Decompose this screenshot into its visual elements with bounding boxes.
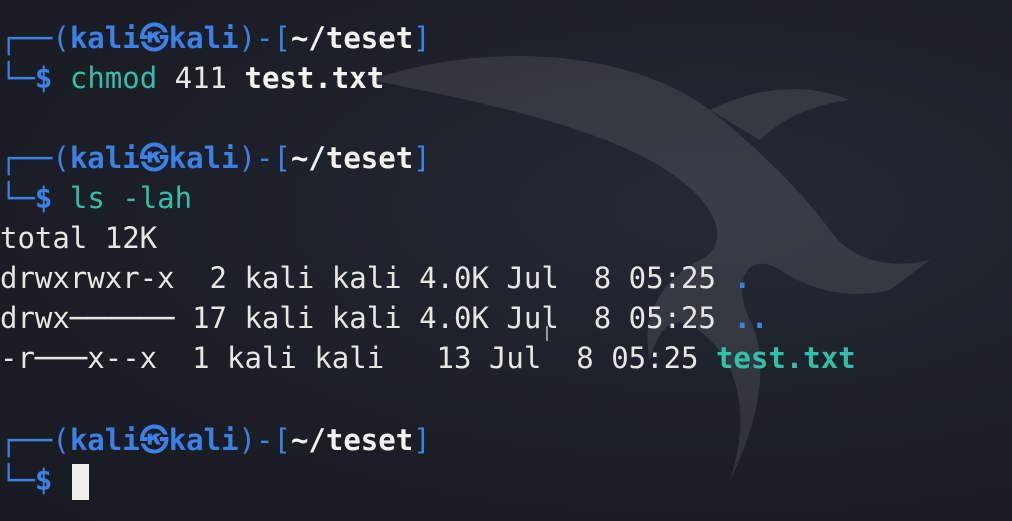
terminal-window[interactable]: ┌──(kali㉿kali)-[~/teset] └─$ chmod 411 t… bbox=[0, 0, 1012, 521]
prompt-bracket-open: )-[ bbox=[238, 21, 291, 55]
command-program: ls bbox=[69, 181, 105, 215]
prompt-host: kali bbox=[168, 21, 239, 55]
ls-links: 2 bbox=[209, 261, 227, 295]
prompt-user: kali bbox=[69, 21, 140, 55]
prompt-cwd: ~/teset bbox=[290, 21, 414, 55]
ls-row: drwxrwxr-x 2 kali kali 4.0K Jul 8 05:25 … bbox=[0, 258, 751, 298]
ls-time: 05:25 bbox=[628, 261, 716, 295]
ls-row: drwx────── 17 kali kali 4.0K Jul 8 05:25… bbox=[0, 298, 768, 338]
command-arg-mode: 411 bbox=[174, 61, 228, 95]
i-beam-icon: I bbox=[544, 322, 550, 346]
prompt-bracket-open: )-[ bbox=[238, 141, 291, 175]
prompt-bracket-close: ] bbox=[413, 423, 431, 457]
ls-links: 1 bbox=[192, 341, 210, 375]
ls-month: Jul bbox=[506, 301, 559, 335]
ls-name: test.txt bbox=[715, 341, 856, 375]
ls-size: 4.0K bbox=[419, 301, 489, 335]
ls-perms: drwx────── bbox=[0, 301, 175, 335]
ls-links: 17 bbox=[192, 301, 227, 335]
ls-perms: -r───x--x bbox=[0, 341, 158, 375]
command-line: └─$ ls -lah bbox=[0, 178, 192, 218]
ls-name: .. bbox=[733, 301, 769, 335]
ls-time: 05:25 bbox=[611, 341, 699, 375]
prompt-line: ┌──(kali㉿kali)-[~/teset] bbox=[0, 420, 431, 460]
prompt-frame-bottom: └─ bbox=[0, 61, 35, 95]
ls-name: . bbox=[733, 261, 751, 295]
prompt-bracket-close: ] bbox=[413, 21, 431, 55]
ls-owner: kali bbox=[244, 261, 315, 295]
prompt-bracket-open: )-[ bbox=[238, 423, 291, 457]
prompt-line: ┌──(kali㉿kali)-[~/teset] bbox=[0, 18, 431, 58]
command-input-line[interactable]: └─$ bbox=[0, 460, 89, 500]
kali-separator-icon: ㉿ bbox=[139, 21, 169, 55]
ls-owner: kali bbox=[244, 301, 315, 335]
prompt-symbol: $ bbox=[34, 463, 53, 497]
prompt-frame-top: ┌──( bbox=[0, 21, 70, 55]
prompt-cwd: ~/teset bbox=[290, 141, 414, 175]
prompt-frame-top: ┌──( bbox=[0, 423, 70, 457]
ls-day: 8 bbox=[576, 341, 594, 375]
ls-row: -r───x--x 1 kali kali 13 Jul 8 05:25 tes… bbox=[0, 338, 856, 378]
prompt-host: kali bbox=[168, 141, 239, 175]
prompt-bracket-close: ] bbox=[413, 141, 431, 175]
ls-day: 8 bbox=[593, 301, 612, 335]
ls-total: total 12K bbox=[0, 221, 158, 255]
ls-size: 4.0K bbox=[419, 261, 489, 295]
ls-group: kali bbox=[331, 301, 402, 335]
prompt-frame-bottom: └─ bbox=[0, 463, 35, 497]
ls-day: 8 bbox=[593, 261, 612, 295]
prompt-user: kali bbox=[69, 423, 140, 457]
ls-owner: kali bbox=[227, 341, 297, 375]
ls-time: 05:25 bbox=[628, 301, 716, 335]
kali-separator-icon: ㉿ bbox=[139, 141, 169, 175]
prompt-frame-bottom: └─ bbox=[0, 181, 35, 215]
kali-separator-icon: ㉿ bbox=[139, 423, 169, 457]
prompt-symbol: $ bbox=[34, 61, 53, 95]
prompt-user: kali bbox=[69, 141, 140, 175]
text-cursor[interactable] bbox=[71, 464, 89, 500]
ls-group: kali bbox=[314, 341, 385, 375]
command-program: chmod bbox=[69, 61, 158, 95]
command-line: └─$ chmod 411 test.txt bbox=[0, 58, 384, 98]
prompt-line: ┌──(kali㉿kali)-[~/teset] bbox=[0, 138, 431, 178]
ls-month: Jul bbox=[488, 341, 542, 375]
command-arg-target: test.txt bbox=[244, 61, 385, 95]
prompt-symbol: $ bbox=[34, 181, 53, 215]
ls-perms: drwxrwxr-x bbox=[0, 261, 175, 295]
prompt-cwd: ~/teset bbox=[290, 423, 414, 457]
ls-group: kali bbox=[331, 261, 402, 295]
prompt-host: kali bbox=[168, 423, 239, 457]
ls-size: 13 bbox=[436, 341, 472, 375]
ls-month: Jul bbox=[506, 261, 559, 295]
prompt-frame-top: ┌──( bbox=[0, 141, 70, 175]
command-flags: -lah bbox=[122, 181, 193, 215]
